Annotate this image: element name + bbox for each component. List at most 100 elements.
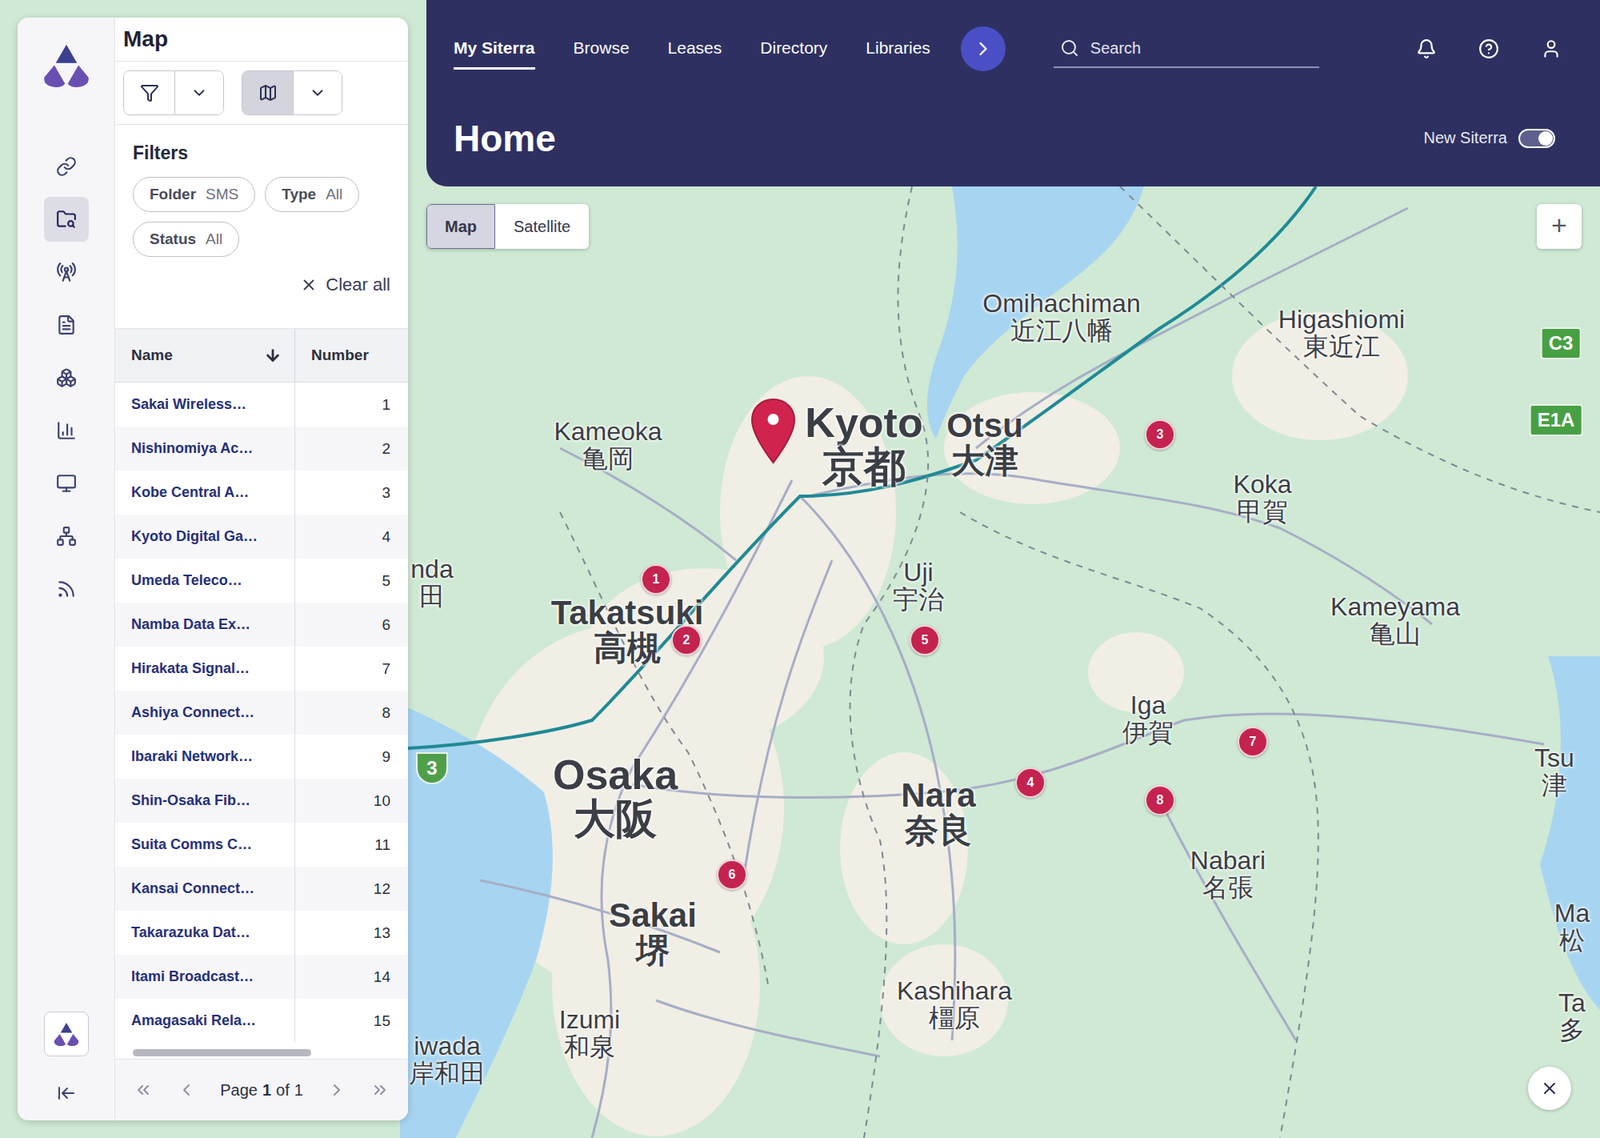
- rail-item[interactable]: [44, 302, 89, 348]
- location-marker-icon[interactable]: [749, 397, 797, 464]
- place-kanji-name: 多: [1558, 1016, 1586, 1044]
- name-cell[interactable]: Hirakata Signal…: [115, 646, 296, 691]
- table-row[interactable]: Ibaraki Network…9: [115, 734, 408, 779]
- table-row[interactable]: Itami Broadcast…14: [115, 954, 408, 999]
- map-pin[interactable]: 8: [1144, 784, 1176, 816]
- scrollbar-thumb[interactable]: [132, 1048, 312, 1056]
- search-icon: [1060, 38, 1080, 58]
- horizontal-scrollbar[interactable]: [115, 1045, 408, 1059]
- app-switcher-button[interactable]: [44, 1011, 89, 1056]
- name-cell[interactable]: Takarazuka Dat…: [115, 910, 296, 955]
- table-row[interactable]: Namba Data Ex…6: [115, 602, 408, 647]
- filter-button[interactable]: [124, 71, 176, 115]
- name-cell[interactable]: Kobe Central A…: [115, 470, 296, 515]
- collapse-button[interactable]: [56, 1083, 76, 1103]
- rail-item[interactable]: [44, 408, 89, 453]
- dropdown-button[interactable]: [175, 71, 224, 115]
- rail-item[interactable]: [44, 566, 89, 612]
- table-row[interactable]: Kyoto Digital Ga…4: [115, 514, 408, 559]
- name-cell[interactable]: Sakai Wireless…: [115, 382, 296, 427]
- table-row[interactable]: Amagasaki Rela…15: [115, 998, 408, 1043]
- name-cell[interactable]: Itami Broadcast…: [115, 954, 296, 999]
- map-pin[interactable]: 3: [1144, 419, 1176, 450]
- place-kanji-name: 亀岡: [553, 445, 662, 473]
- route-shield: E1A: [1529, 404, 1584, 436]
- place-kanji-name: 津: [1534, 772, 1575, 800]
- name-cell[interactable]: Suita Comms C…: [115, 822, 296, 867]
- last-page-button[interactable]: [370, 1080, 390, 1100]
- rail-item[interactable]: [44, 144, 89, 189]
- name-cell[interactable]: Umeda Teleco…: [115, 558, 296, 603]
- table-row[interactable]: Shin-Osaka Fib…10: [115, 778, 408, 823]
- table-row[interactable]: Umeda Teleco…5: [115, 558, 408, 603]
- table-row[interactable]: Hirakata Signal…7: [115, 646, 408, 691]
- name-cell[interactable]: Kansai Connect…: [115, 866, 296, 911]
- map-pin[interactable]: 1: [640, 564, 672, 595]
- rail-item[interactable]: [44, 513, 89, 559]
- filter-chip[interactable]: StatusAll: [132, 221, 240, 257]
- table-row[interactable]: Kobe Central A…3: [115, 470, 408, 515]
- table-row[interactable]: Ashiya Connect…8: [115, 690, 408, 735]
- icon-rail: [17, 17, 116, 1120]
- name-cell[interactable]: Amagasaki Rela…: [115, 998, 296, 1043]
- help-button[interactable]: [1478, 38, 1500, 60]
- close-button[interactable]: [1528, 1066, 1572, 1110]
- filter-chip[interactable]: TypeAll: [264, 176, 360, 212]
- map-pin[interactable]: 6: [716, 859, 748, 890]
- notifications-button[interactable]: [1416, 38, 1437, 60]
- place-kanji-name: 京都: [804, 444, 923, 489]
- name-cell[interactable]: Nishinomiya Ac…: [115, 426, 296, 471]
- name-cell[interactable]: Kyoto Digital Ga…: [115, 514, 296, 559]
- map-pin[interactable]: 7: [1237, 726, 1268, 757]
- filter-chips: FolderSMSTypeAll StatusAll: [132, 176, 391, 257]
- map-place-label: Kashihara橿原: [896, 977, 1012, 1032]
- table-row[interactable]: Suita Comms C…11: [115, 822, 408, 867]
- first-page-button[interactable]: [133, 1080, 153, 1100]
- place-kanji-name: 大津: [946, 443, 1024, 479]
- user-button[interactable]: [1540, 38, 1562, 60]
- map-pin[interactable]: 5: [909, 624, 940, 656]
- name-cell[interactable]: Namba Data Ex…: [115, 602, 296, 647]
- map-type-button[interactable]: Satellite: [495, 204, 589, 249]
- name-cell[interactable]: Shin-Osaka Fib…: [115, 778, 296, 823]
- filter-chip[interactable]: FolderSMS: [132, 176, 256, 212]
- clear-all-button[interactable]: Clear all: [300, 274, 391, 296]
- filters-section: FiltersFolderSMSTypeAllStatusAllClear al…: [115, 124, 408, 329]
- toggle-switch[interactable]: [1518, 128, 1556, 148]
- table-row[interactable]: Takarazuka Dat…13: [115, 910, 408, 955]
- map-place-label: Osaka大阪: [552, 752, 678, 840]
- column-header[interactable]: Name: [115, 328, 296, 382]
- map-pin[interactable]: 4: [1015, 767, 1046, 798]
- table-row[interactable]: Nishinomiya Ac…2: [115, 426, 408, 471]
- rail-item[interactable]: [44, 355, 89, 400]
- nav-tab[interactable]: Directory: [760, 30, 828, 70]
- new-siterra-toggle[interactable]: New Siterra: [1424, 128, 1556, 148]
- search-field[interactable]: [1053, 30, 1320, 68]
- place-latin-name: Osaka: [552, 752, 678, 797]
- rail-item[interactable]: [44, 196, 89, 242]
- next-page-button[interactable]: [327, 1080, 347, 1100]
- water: [400, 186, 1600, 1138]
- place-latin-name: Kashihara: [896, 977, 1012, 1005]
- table-row[interactable]: Sakai Wireless…1: [115, 382, 408, 427]
- nav-tab[interactable]: My Siterra: [453, 30, 536, 70]
- nav-tab[interactable]: Libraries: [865, 30, 931, 70]
- name-cell[interactable]: Ashiya Connect…: [115, 690, 296, 735]
- table-row[interactable]: Kansai Connect…12: [115, 866, 408, 911]
- nav-tab[interactable]: Browse: [573, 30, 630, 70]
- map-type-button[interactable]: Map: [426, 204, 496, 249]
- column-header[interactable]: Number: [295, 328, 408, 382]
- nav-tab[interactable]: Leases: [668, 30, 723, 70]
- map-pin[interactable]: 2: [671, 624, 702, 656]
- dropdown-button[interactable]: [293, 71, 342, 115]
- rail-item[interactable]: [44, 249, 89, 295]
- place-latin-name: Nara: [900, 777, 976, 813]
- map-button[interactable]: [242, 71, 294, 115]
- name-cell[interactable]: Ibaraki Network…: [115, 734, 296, 779]
- rail-list: [44, 144, 89, 612]
- prev-page-button[interactable]: [176, 1080, 196, 1100]
- rail-item[interactable]: [44, 460, 89, 506]
- more-tabs-button[interactable]: [960, 26, 1006, 72]
- search-input[interactable]: [1088, 38, 1313, 59]
- zoom-in-button[interactable]: +: [1536, 204, 1582, 249]
